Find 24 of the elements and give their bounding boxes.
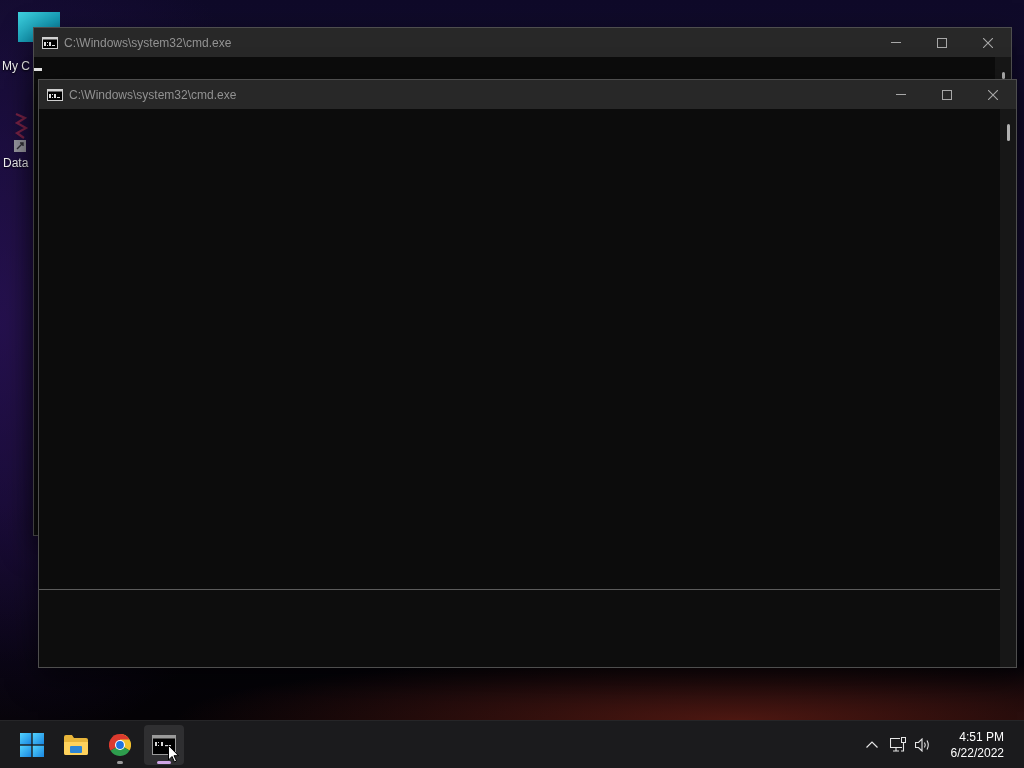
network-icon [889, 737, 906, 752]
close-icon [983, 37, 993, 48]
desktop-icon-label[interactable]: My C [2, 59, 30, 73]
window-title: C:\Windows\system32\cmd.exe [64, 35, 232, 50]
browser-icon [109, 733, 131, 756]
mouse-pointer-icon [168, 745, 179, 763]
window-title: C:\Windows\system32\cmd.exe [69, 87, 237, 102]
folder-icon [64, 734, 88, 755]
maximize-icon [937, 37, 947, 48]
taskbar-button[interactable] [144, 724, 184, 765]
minimize-icon [896, 94, 906, 95]
speaker-icon [914, 737, 931, 752]
scroll-thumb[interactable] [1007, 124, 1010, 141]
clock-button[interactable]: 4:51 PM 6/22/2022 [940, 724, 1004, 765]
shortcut-icon [12, 112, 30, 152]
scroll-thumb[interactable] [1001, 72, 1005, 79]
close-icon [988, 89, 998, 100]
console-icon [42, 36, 58, 49]
maximize-icon [942, 89, 952, 100]
minimize-icon [891, 42, 901, 43]
console-icon [47, 88, 63, 101]
chevron-up-icon [865, 741, 878, 748]
desktop-icon-label[interactable]: Data [3, 156, 29, 170]
start-icon [20, 732, 44, 757]
